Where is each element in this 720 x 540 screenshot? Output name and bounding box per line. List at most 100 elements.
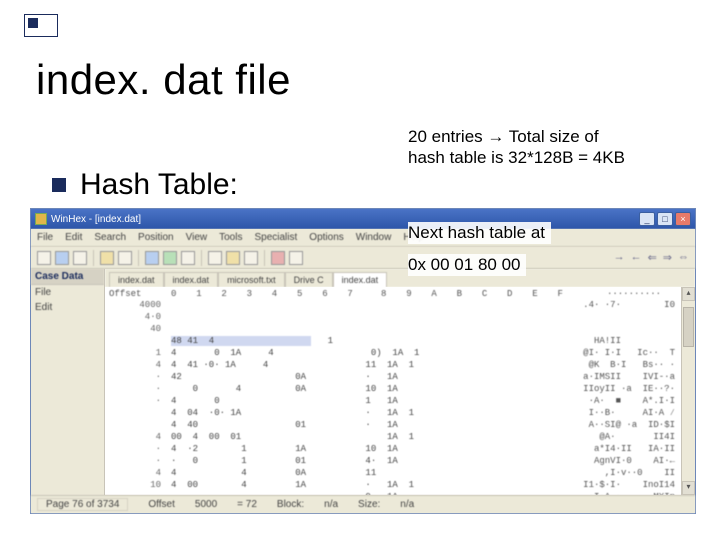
print-icon[interactable] bbox=[118, 251, 132, 265]
tab-2[interactable]: microsoft.txt bbox=[218, 272, 285, 287]
menu-position[interactable]: Position bbox=[138, 232, 174, 243]
nav-left-icon[interactable]: ← bbox=[631, 251, 642, 264]
hex-row[interactable]: 44 4 0A 11 ,I·v··0 II bbox=[107, 467, 693, 479]
scroll-down-icon[interactable]: ▾ bbox=[682, 481, 695, 495]
hdr-ascii: ·········· bbox=[491, 289, 691, 299]
hex-row[interactable]: ·42 0A · 1A a·IMSII IVI-·a bbox=[107, 371, 693, 383]
scroll-thumb[interactable] bbox=[683, 307, 694, 347]
copy-icon[interactable] bbox=[145, 251, 159, 265]
vertical-scrollbar[interactable]: ▴ ▾ bbox=[681, 287, 695, 495]
hex-ascii: I··B· AI·A ∕ bbox=[491, 408, 691, 418]
nav-last-icon[interactable]: ⇒ bbox=[663, 251, 672, 264]
hdr-offset: Offset bbox=[109, 289, 171, 299]
hex-row[interactable]: 4 40 01 · 1A A··SI@ ·a ID·$I bbox=[107, 419, 693, 431]
bullet-hash-table: Hash Table: bbox=[52, 168, 238, 202]
hex-offset: 1 bbox=[109, 348, 171, 358]
hex-bytes: · 0 1 01 4· 1A bbox=[171, 456, 491, 466]
menu-view[interactable]: View bbox=[186, 232, 208, 243]
hex-bytes: 4 0 1A 4 0) 1A 1 bbox=[171, 348, 491, 358]
hex-ascii: a·IMSII IVI-·a bbox=[491, 372, 691, 382]
nav-both-icon[interactable]: ⇔ bbox=[678, 251, 689, 264]
titlebar[interactable]: WinHex - [index.dat] _ □ × bbox=[31, 209, 695, 229]
hex-row[interactable]: 4·0 bbox=[107, 311, 693, 323]
maximize-button[interactable]: □ bbox=[657, 212, 673, 226]
hex-ascii: .4· ·7· I0 bbox=[491, 300, 691, 310]
tabs: index.dat index.dat microsoft.txt Drive … bbox=[105, 269, 695, 287]
tab-4[interactable]: index.dat bbox=[333, 272, 388, 287]
note-entries: 20 entries → Total size of hash table is… bbox=[408, 126, 625, 169]
hex-bytes: 48 41 4 1 bbox=[171, 336, 491, 346]
menu-tools[interactable]: Tools bbox=[219, 232, 242, 243]
menu-window[interactable]: Window bbox=[356, 232, 392, 243]
note-address: 0x 00 01 80 00 bbox=[408, 254, 526, 276]
main-pane: index.dat index.dat microsoft.txt Drive … bbox=[105, 269, 695, 495]
hex-bytes: 4 ·2 1 1A 10 1A bbox=[171, 444, 491, 454]
tab-0[interactable]: index.dat bbox=[109, 272, 164, 287]
note-next-hash: Next hash table at bbox=[408, 222, 551, 244]
sidepane-file[interactable]: File bbox=[31, 285, 104, 300]
menubar: File Edit Search Position View Tools Spe… bbox=[31, 229, 695, 247]
hex-row[interactable]: ·4 0 1 1A ·A· ■ A*.I·I bbox=[107, 395, 693, 407]
hex-row[interactable]: 104 00 4 1A · 1A 1 I1·$·I· InoI14 bbox=[107, 479, 693, 491]
menu-specialist[interactable]: Specialist bbox=[254, 232, 297, 243]
hex-bytes: 4 4 0A 11 bbox=[171, 468, 491, 478]
hex-row[interactable]: · 0 4 0A 10 1A IIoyII ·a IE··?· bbox=[107, 383, 693, 395]
folder-icon[interactable] bbox=[100, 251, 114, 265]
hex-offset: 40 bbox=[109, 324, 171, 334]
cut-icon[interactable] bbox=[181, 251, 195, 265]
hex-offset: 4000 bbox=[109, 300, 171, 310]
goto-icon[interactable] bbox=[271, 251, 285, 265]
disk-icon[interactable] bbox=[55, 251, 69, 265]
paste-icon[interactable] bbox=[163, 251, 177, 265]
open-icon[interactable] bbox=[37, 251, 51, 265]
nav-right-icon[interactable]: → bbox=[614, 251, 625, 264]
hex-ascii: AgnVI·0 AI·← bbox=[491, 456, 691, 466]
hex-row[interactable]: 4 04 ·0· 1A · 1A 1 I··B· AI·A ∕ bbox=[107, 407, 693, 419]
hex-row[interactable]: 40 bbox=[107, 323, 693, 335]
hex-ascii: IIoyII ·a IE··?· bbox=[491, 384, 691, 394]
status-bar: Page 76 of 3734 Offset 5000 = 72 Block: … bbox=[31, 495, 695, 513]
hex-offset: 4 bbox=[109, 432, 171, 442]
find-text-icon[interactable] bbox=[244, 251, 258, 265]
hex-offset: 4 bbox=[109, 360, 171, 370]
tab-1[interactable]: index.dat bbox=[164, 272, 219, 287]
hex-row[interactable]: 4000 .4· ·7· I0 bbox=[107, 299, 693, 311]
menu-edit[interactable]: Edit bbox=[65, 232, 82, 243]
find-hex-icon[interactable] bbox=[226, 251, 240, 265]
hex-row[interactable]: ·4 ·2 1 1A 10 1A a*I4·II IA·II bbox=[107, 443, 693, 455]
status-na1: n/a bbox=[324, 499, 338, 510]
close-button[interactable]: × bbox=[675, 212, 691, 226]
hex-bytes: 0 4 0A 10 1A bbox=[171, 384, 491, 394]
bullet-text: Hash Table: bbox=[80, 168, 238, 202]
hex-ascii: a*I4·II IA·II bbox=[491, 444, 691, 454]
menu-file[interactable]: File bbox=[37, 232, 53, 243]
hex-offset: · bbox=[109, 456, 171, 466]
save-icon[interactable] bbox=[73, 251, 87, 265]
tab-3[interactable]: Drive C bbox=[285, 272, 333, 287]
sidepane-edit[interactable]: Edit bbox=[31, 300, 104, 315]
nav-first-icon[interactable]: ⇐ bbox=[648, 251, 657, 264]
minimize-button[interactable]: _ bbox=[639, 212, 655, 226]
hex-bytes bbox=[171, 300, 491, 310]
slide-title: index. dat file bbox=[36, 56, 291, 104]
hex-ascii: I1·$·I· InoI14 bbox=[491, 480, 691, 490]
hex-row[interactable]: 44 41 ·0· 1A 4 11 1A 1 @K B·I Bs·· · bbox=[107, 359, 693, 371]
menu-options[interactable]: Options bbox=[309, 232, 343, 243]
hex-row[interactable]: 400 4 00 01 1A 1 @A· II4I bbox=[107, 431, 693, 443]
scroll-up-icon[interactable]: ▴ bbox=[682, 287, 695, 301]
hex-header: Offset 0 1 2 3 4 5 6 7 8 9 A B C D E F ·… bbox=[107, 289, 693, 299]
status-na2: n/a bbox=[400, 499, 414, 510]
hex-row[interactable]: 14 0 1A 4 0) 1A 1 @I· I·I Ic·· T bbox=[107, 347, 693, 359]
note-entries-line2: hash table is 32*128B = 4KB bbox=[408, 147, 625, 168]
menu-search[interactable]: Search bbox=[94, 232, 126, 243]
back-icon[interactable] bbox=[289, 251, 303, 265]
hex-offset: 4 bbox=[109, 468, 171, 478]
find-icon[interactable] bbox=[208, 251, 222, 265]
winhex-window: WinHex - [index.dat] _ □ × File Edit Sea… bbox=[30, 208, 696, 514]
hex-bytes: 4 40 01 · 1A bbox=[171, 420, 491, 430]
note-entries-line1: 20 entries → Total size of bbox=[408, 126, 625, 147]
hex-row[interactable]: ·· 0 1 01 4· 1A AgnVI·0 AI·← bbox=[107, 455, 693, 467]
hex-ascii: @A· II4I bbox=[491, 432, 691, 442]
hex-row[interactable]: 48 41 4 1 HA!II bbox=[107, 335, 693, 347]
hex-area[interactable]: Offset 0 1 2 3 4 5 6 7 8 9 A B C D E F ·… bbox=[105, 287, 695, 495]
